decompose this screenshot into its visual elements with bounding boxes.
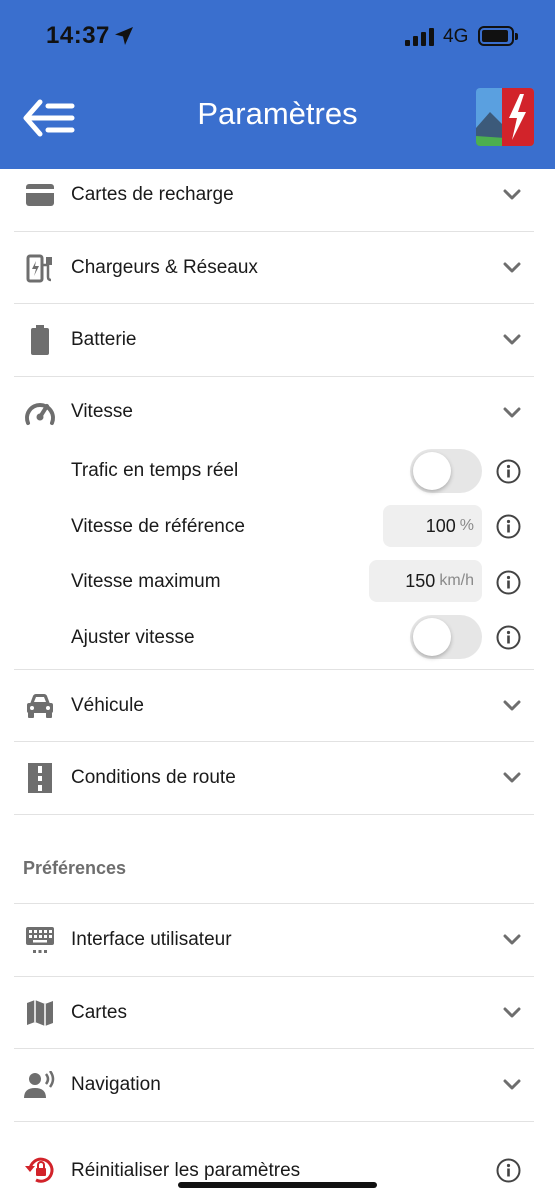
settings-item-label: Vitesse — [71, 401, 133, 422]
car-icon — [24, 690, 56, 722]
settings-item-navigation[interactable]: Navigation — [14, 1049, 534, 1122]
max-speed-label: Vitesse maximum — [71, 571, 221, 592]
settings-item-label: Cartes de recharge — [71, 184, 234, 205]
location-arrow-icon — [115, 27, 133, 45]
settings-item-label: Navigation — [71, 1074, 161, 1095]
voice-navigation-icon — [24, 1069, 56, 1101]
settings-item-label: Conditions de route — [71, 767, 236, 788]
credit-card-icon — [24, 179, 56, 211]
page-title: Paramètres — [197, 96, 358, 131]
chevron-down-icon — [503, 1079, 521, 1090]
settings-item-road-conditions[interactable]: Conditions de route — [14, 742, 534, 815]
realtime-traffic-toggle[interactable] — [410, 449, 482, 493]
section-title-preferences: Préférences — [23, 858, 127, 878]
settings-item-vehicle[interactable]: Véhicule — [14, 670, 534, 742]
adjust-speed-label: Ajuster vitesse — [71, 627, 195, 648]
settings-item-maps[interactable]: Cartes — [14, 977, 534, 1049]
settings-item-label: Véhicule — [71, 694, 144, 716]
max-speed-value: 150 — [405, 570, 436, 591]
chevron-down-icon — [503, 334, 521, 345]
chevron-down-icon — [503, 407, 521, 418]
battery-icon — [24, 324, 56, 356]
network-type: 4G — [443, 26, 469, 47]
reference-speed-value: 100 — [425, 515, 456, 536]
info-icon[interactable] — [496, 570, 521, 595]
realtime-traffic-label: Trafic en temps réel — [71, 460, 239, 481]
chevron-down-icon — [503, 700, 521, 710]
app-header: 14:37 4G Paramètres — [0, 0, 555, 169]
settings-item-charge-cards[interactable]: Cartes de recharge — [14, 159, 534, 232]
info-icon[interactable] — [496, 625, 521, 650]
signal-icon — [405, 28, 437, 46]
settings-item-label: Batterie — [71, 329, 137, 350]
map-icon — [24, 997, 56, 1029]
app-logo — [476, 88, 534, 146]
settings-item-label: Réinitialiser les paramètres — [71, 1160, 301, 1181]
chevron-down-icon — [503, 934, 521, 945]
max-speed-unit: km/h — [439, 572, 474, 589]
home-indicator[interactable] — [178, 1182, 377, 1188]
settings-item-label: Chargeurs & Réseaux — [71, 256, 258, 278]
chevron-down-icon — [503, 1007, 521, 1017]
chevron-down-icon — [503, 189, 521, 200]
max-speed-field[interactable]: 150 km/h — [369, 560, 482, 602]
speedometer-icon — [24, 397, 56, 432]
keyboard-icon — [24, 924, 56, 956]
info-icon[interactable] — [496, 459, 521, 484]
reference-speed-field[interactable]: 100 % — [383, 505, 482, 547]
status-time: 14:37 — [46, 22, 110, 49]
chevron-down-icon — [503, 772, 521, 783]
road-icon — [24, 762, 56, 794]
battery-status-icon — [478, 26, 518, 46]
reset-lock-icon — [24, 1154, 58, 1191]
reference-speed-label: Vitesse de référence — [71, 516, 245, 537]
settings-item-label: Cartes — [71, 1001, 127, 1023]
adjust-speed-toggle[interactable] — [410, 615, 482, 659]
info-icon[interactable] — [496, 1158, 521, 1183]
settings-item-label: Interface utilisateur — [71, 929, 232, 950]
settings-item-speed[interactable]: Vitesse — [14, 377, 534, 449]
ev-charger-icon — [24, 252, 56, 284]
settings-item-user-interface[interactable]: Interface utilisateur — [14, 904, 534, 977]
reference-speed-unit: % — [459, 517, 474, 534]
info-icon[interactable] — [496, 514, 521, 539]
settings-item-battery[interactable]: Batterie — [14, 304, 534, 377]
chevron-down-icon — [503, 262, 521, 272]
settings-item-chargers-networks[interactable]: Chargeurs & Réseaux — [14, 232, 534, 304]
